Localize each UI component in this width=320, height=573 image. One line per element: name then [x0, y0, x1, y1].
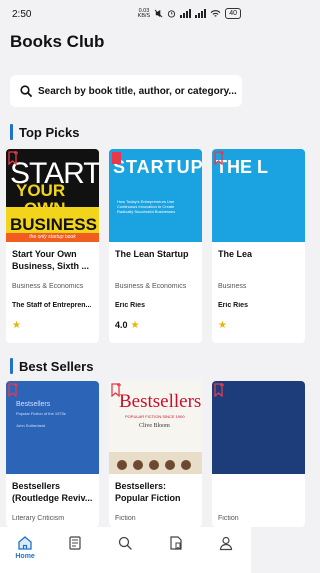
book-card[interactable]: Bestsellers Popular Fiction of the 1970s… [6, 381, 99, 527]
top-picks-carousel[interactable]: START YOUR OWN BUSINESS the only startup… [6, 149, 305, 343]
book-title: Bestsellers: Popular Fiction S... [115, 481, 181, 506]
book-title: The Lea [218, 249, 253, 259]
bottom-nav: Home [0, 527, 251, 573]
book-cover [212, 381, 305, 474]
book-category: Business & Economics [12, 283, 84, 290]
best-sellers-carousel[interactable]: Bestsellers Popular Fiction of the 1970s… [6, 381, 305, 527]
section-title-text: Best Sellers [19, 358, 94, 374]
bookmark-filled-icon[interactable] [111, 151, 122, 165]
book-author: The Staff of Entrepren... [12, 302, 92, 309]
bookmark-doc-icon [170, 536, 182, 550]
wifi-icon [210, 10, 221, 17]
book-category: Literary Criticism [12, 515, 65, 522]
search-icon [119, 536, 133, 550]
book-title: Start Your Own Business, Sixth ... [12, 249, 90, 271]
section-accent-bar [10, 358, 13, 374]
cover-illustration [109, 452, 202, 474]
bookmark-add-icon[interactable] [214, 383, 225, 397]
nav-item-home[interactable]: Home [5, 535, 45, 560]
home-icon [18, 536, 32, 550]
status-bar: 2:50 0.03 KB/S 40 [0, 0, 251, 24]
cover-subtitle: How Today's Entrepreneurs Use Continuous… [117, 199, 176, 214]
star-icon: ★ [130, 319, 140, 331]
section-title-best-sellers: Best Sellers [10, 358, 93, 374]
book-cover: THE L [212, 149, 305, 242]
bookmark-add-icon[interactable] [111, 383, 122, 397]
book-category: Business & Economics [115, 283, 187, 290]
bookmark-add-icon[interactable] [8, 151, 19, 165]
section-title-top-picks: Top Picks [10, 124, 79, 140]
profile-icon [219, 536, 232, 551]
cover-text: Bestsellers [16, 401, 51, 408]
search-icon [20, 85, 32, 97]
mute-icon [154, 9, 163, 18]
nav-item-search[interactable] [105, 535, 145, 551]
book-category: Business [218, 283, 247, 290]
book-rating: ★ [12, 318, 93, 332]
nav-item-label: Home [15, 553, 35, 560]
cover-subtitle: Popular Fiction of the 1970s [16, 411, 66, 416]
nav-item-library[interactable] [55, 535, 95, 551]
page-title: Books Club [10, 32, 105, 51]
nav-item-saved[interactable] [156, 535, 196, 551]
signal-icon-2 [195, 9, 207, 18]
rating-value: 4.0 [115, 320, 128, 330]
network-speed-unit: KB/S [137, 12, 151, 19]
cover-strip: the only startup book [6, 233, 99, 242]
signal-icon [180, 9, 192, 18]
cover-text: Bestsellers [119, 391, 202, 412]
book-cover: STARTUP How Today's Entrepreneurs Use Co… [109, 149, 202, 242]
book-card[interactable]: Fiction [212, 381, 305, 527]
book-category: Fiction [218, 515, 239, 522]
book-card[interactable]: START YOUR OWN BUSINESS the only startup… [6, 149, 99, 343]
book-cover: Bestsellers Popular Fiction of the 1970s… [6, 381, 99, 474]
cover-subtitle: POPULAR FICTION SINCE 1900 [125, 414, 185, 419]
bookmark-add-icon[interactable] [214, 151, 225, 165]
cover-text: STARTUP [113, 157, 202, 177]
nav-item-profile[interactable] [206, 535, 246, 551]
book-rating: 4.0 ★ [115, 318, 196, 332]
books-icon [69, 536, 81, 550]
book-title: The Lean Startup [115, 249, 189, 259]
book-rating: ★ [218, 318, 299, 332]
star-icon: ★ [218, 319, 227, 331]
book-card[interactable]: THE L The Lea Business Eric Ries ★ [212, 149, 305, 343]
section-title-text: Top Picks [19, 124, 80, 140]
cover-author: John Sutherland [16, 423, 46, 428]
section-accent-bar [10, 124, 13, 140]
book-cover: START YOUR OWN BUSINESS the only startup… [6, 149, 99, 242]
book-author: Eric Ries [115, 302, 145, 309]
status-time: 2:50 [12, 9, 32, 20]
cover-text: BUSINESS [10, 215, 97, 234]
book-cover: Bestsellers POPULAR FICTION SINCE 1900 C… [109, 381, 202, 474]
bookmark-add-icon[interactable] [8, 383, 19, 397]
search-input[interactable] [38, 85, 238, 97]
battery-icon: 40 [225, 8, 241, 19]
cover-author: Clive Bloom [139, 423, 170, 429]
book-category: Fiction [115, 515, 136, 522]
star-icon: ★ [12, 319, 21, 331]
book-card[interactable]: STARTUP How Today's Entrepreneurs Use Co… [109, 149, 202, 343]
network-speed: 0.03 KB/S [137, 8, 151, 19]
book-title: Bestsellers (Routledge Reviv... [12, 481, 93, 503]
alarm-icon [168, 10, 176, 18]
book-title [218, 480, 299, 506]
book-author: Eric Ries [218, 302, 248, 309]
cover-text: YOUR [16, 181, 66, 200]
book-card[interactable]: Bestsellers POPULAR FICTION SINCE 1900 C… [109, 381, 202, 527]
search-bar[interactable] [10, 75, 242, 107]
